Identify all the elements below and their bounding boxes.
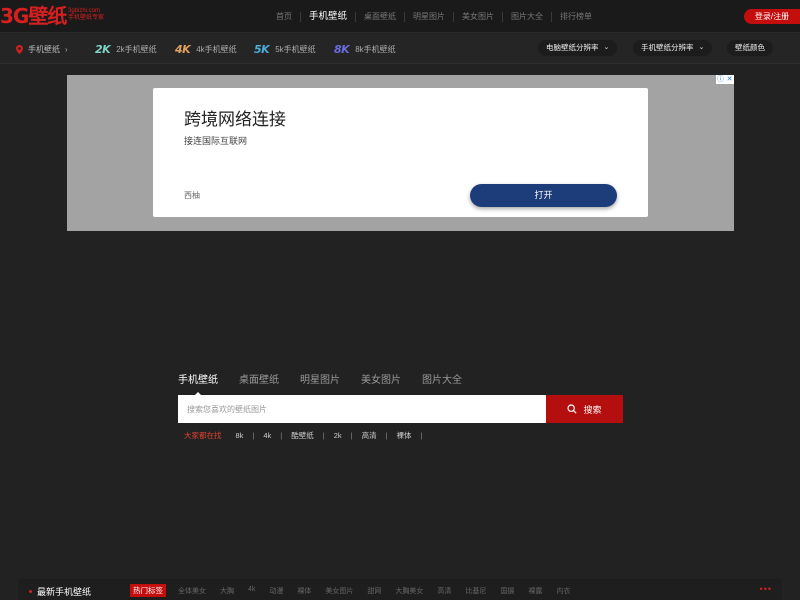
resolution-link-3[interactable]: 8K 8k手机壁纸 xyxy=(334,34,396,64)
resolution-badge-icon: 4K xyxy=(175,42,191,56)
resolution-label: 4k手机壁纸 xyxy=(196,44,237,54)
resolution-label: 2k手机壁纸 xyxy=(116,44,157,54)
search-tab-0[interactable]: 手机壁纸 xyxy=(178,370,218,396)
hot-tag-link[interactable]: 比基尼 xyxy=(465,586,486,596)
hot-search-link[interactable]: 8k xyxy=(236,431,244,440)
hot-tag-link[interactable]: 美女图片 xyxy=(325,586,353,596)
ad-subtitle: 接连国际互联网 xyxy=(184,136,248,146)
nav-item-5[interactable]: 图片大全 xyxy=(503,0,551,33)
hot-tag-link[interactable]: 全体美女 xyxy=(178,586,206,596)
hot-tag-link[interactable]: 大胸 xyxy=(220,586,234,596)
nav-item-6[interactable]: 排行榜单 xyxy=(552,0,600,33)
search-button-label: 搜索 xyxy=(583,404,602,415)
nav-item-0[interactable]: 首页 xyxy=(268,0,300,33)
hot-tag-link[interactable]: 内衣 xyxy=(556,586,570,596)
nav-item-1[interactable]: 手机壁纸 xyxy=(301,0,355,33)
hot-tag-link[interactable]: 大胸美女 xyxy=(395,586,423,596)
dropdown-1[interactable]: 手机壁纸分辨率 ⌄ xyxy=(633,40,713,56)
bullet-icon xyxy=(29,590,32,593)
hot-search-link[interactable]: 酷壁纸 xyxy=(291,430,314,441)
search-tab-4[interactable]: 图片大全 xyxy=(422,370,462,392)
search-tab-label: 图片大全 xyxy=(422,375,462,386)
hot-tag-link[interactable]: 动漫 xyxy=(269,586,283,596)
nav-item-4[interactable]: 美女图片 xyxy=(454,0,502,33)
resolution-link-2[interactable]: 5K 5k手机壁纸 xyxy=(254,34,316,64)
chevron-down-icon: ⌄ xyxy=(603,44,610,51)
hot-separator: | xyxy=(350,430,353,440)
hot-tag-link[interactable]: 裸露 xyxy=(528,586,542,596)
site-logo[interactable]: 3G壁纸 3gbizhi.com 手机壁纸专家 xyxy=(0,4,110,30)
ad-open-button[interactable]: 打开 xyxy=(470,184,617,207)
hot-separator: | xyxy=(322,430,325,440)
logo-subtext: 3gbizhi.com 手机壁纸专家 xyxy=(68,8,112,22)
search-tab-label: 手机壁纸 xyxy=(178,375,218,386)
ad-controls: ⓘ ✕ xyxy=(716,75,734,84)
hot-tag-link[interactable]: 甜网 xyxy=(367,586,381,596)
hot-search-link[interactable]: 高清 xyxy=(362,430,377,441)
dropdown-2[interactable]: 壁纸颜色 xyxy=(727,40,773,56)
logo-slogan: 手机壁纸专家 xyxy=(68,15,105,21)
section-title-text: 最新手机壁纸 xyxy=(37,587,92,597)
main-nav: 首页 手机壁纸 桌面壁纸 明星图片 美女图片 图片大全 排行榜单 xyxy=(268,0,600,33)
hot-tag-link[interactable]: 国摄 xyxy=(500,586,514,596)
resolution-label: 8k手机壁纸 xyxy=(355,44,396,54)
search-input[interactable] xyxy=(178,395,546,423)
hot-tags-list: 全体美女 大胸 4k 动漫 裸体 美女图片 甜网 大胸美女 高清 比基尼 国摄 裸露 内衣 xyxy=(178,586,584,596)
ad-close-icon[interactable]: ✕ xyxy=(725,75,734,84)
logo-domain: 3gbizhi.com xyxy=(68,8,101,14)
hot-separator: | xyxy=(252,430,255,440)
breadcrumb[interactable]: 手机壁纸 › xyxy=(16,34,68,64)
search-tab-label: 美女图片 xyxy=(361,375,401,386)
hot-tag-link[interactable]: 高清 xyxy=(437,586,451,596)
ad-card[interactable]: 跨境网络连接 接连国际互联网 西柚 打开 xyxy=(153,88,648,217)
dropdown-label: 壁纸颜色 xyxy=(735,43,765,52)
chevron-down-icon: ⌄ xyxy=(698,44,705,51)
hot-tag-link[interactable]: 裸体 xyxy=(297,586,311,596)
latest-wallpapers-section: 最新手机壁纸 热门标签 全体美女 大胸 4k 动漫 裸体 美女图片 甜网 大胸美女 高清 比基尼 国… xyxy=(18,579,782,600)
hot-search-link[interactable]: 2k xyxy=(334,431,342,440)
resolution-link-0[interactable]: 2K 2k手机壁纸 xyxy=(95,34,157,64)
nav-item-3[interactable]: 明星图片 xyxy=(405,0,453,33)
ad-brand: 西柚 xyxy=(184,191,200,200)
dropdown-label: 手机壁纸分辨率 xyxy=(641,43,694,52)
hot-search-link[interactable]: 4k xyxy=(263,431,271,440)
hot-separator: | xyxy=(280,430,283,440)
dropdown-0[interactable]: 电脑壁纸分辨率 ⌄ xyxy=(538,40,618,56)
search-icon xyxy=(567,404,578,414)
section-title: 最新手机壁纸 xyxy=(29,585,91,598)
hot-separator: | xyxy=(385,430,388,440)
login-register-button[interactable]: 登录/注册 xyxy=(744,9,800,24)
hot-searches: 大家都在找 8k | 4k | 酷壁纸 | 2k | 高清 | 裸体 | xyxy=(184,429,431,441)
ad-info-icon[interactable]: ⓘ xyxy=(716,75,725,84)
search-tab-2[interactable]: 明星图片 xyxy=(300,370,340,392)
resolution-badge-icon: 8K xyxy=(334,42,350,56)
resolution-link-1[interactable]: 4K 4k手机壁纸 xyxy=(175,34,237,64)
search-tab-label: 桌面壁纸 xyxy=(239,375,279,386)
search-tab-1[interactable]: 桌面壁纸 xyxy=(239,370,279,392)
ad-banner[interactable]: ⓘ ✕ 跨境网络连接 接连国际互联网 西柚 打开 xyxy=(67,75,734,231)
search-tab-label: 明星图片 xyxy=(300,375,340,386)
ad-title: 跨境网络连接 xyxy=(184,110,286,129)
hot-search-link[interactable]: 裸体 xyxy=(397,430,412,441)
hot-tag-link[interactable]: 4k xyxy=(248,586,255,596)
search-button[interactable]: 搜索 xyxy=(546,395,623,423)
logo-text: 3G壁纸 xyxy=(0,4,67,28)
resolution-label: 5k手机壁纸 xyxy=(275,44,316,54)
location-pin-icon xyxy=(16,44,23,54)
dropdown-label: 电脑壁纸分辨率 xyxy=(546,43,599,52)
resolution-badge-icon: 5K xyxy=(254,42,270,56)
search-tab-3[interactable]: 美女图片 xyxy=(361,370,401,392)
chevron-right-icon: › xyxy=(65,44,68,54)
top-header: 3G壁纸 3gbizhi.com 手机壁纸专家 首页 手机壁纸 桌面壁纸 明星图片 美女… xyxy=(0,0,800,33)
search-tabs: 手机壁纸 桌面壁纸 明星图片 美女图片 图片大全 xyxy=(178,370,483,396)
resolution-badge-icon: 2K xyxy=(95,42,111,56)
hot-searches-label: 大家都在找 xyxy=(184,430,222,440)
more-icon[interactable]: ••• xyxy=(760,584,772,594)
breadcrumb-label: 手机壁纸 xyxy=(28,44,60,54)
hot-separator: | xyxy=(420,430,423,440)
nav-item-2[interactable]: 桌面壁纸 xyxy=(356,0,404,33)
hot-tags-badge: 热门标签 xyxy=(130,584,166,597)
